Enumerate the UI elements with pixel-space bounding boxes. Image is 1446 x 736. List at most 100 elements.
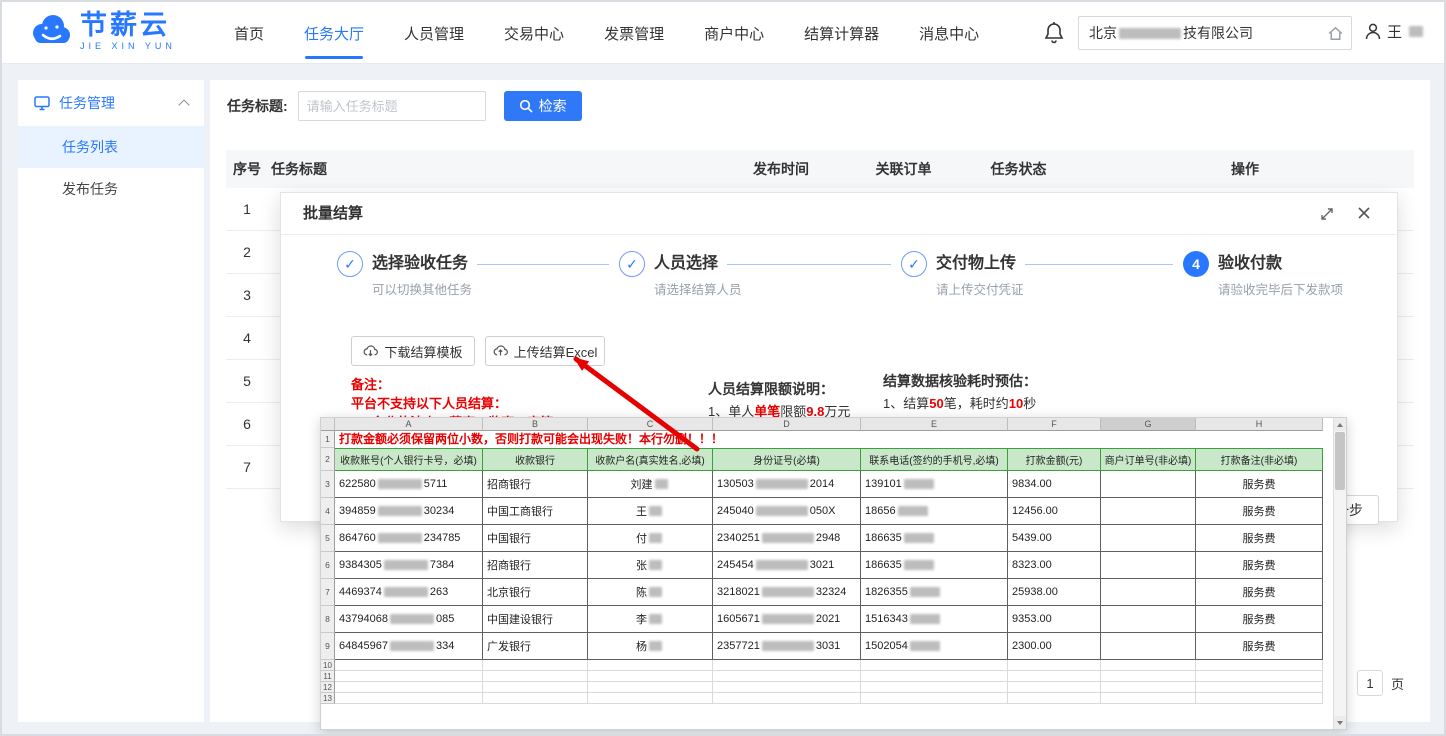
excel-cell-bank[interactable]: 招商银行 bbox=[483, 471, 588, 498]
excel-empty-cell[interactable] bbox=[588, 682, 713, 693]
excel-corner-cell[interactable] bbox=[321, 418, 335, 431]
excel-cell-order[interactable] bbox=[1101, 552, 1196, 579]
excel-empty-cell[interactable] bbox=[1008, 660, 1101, 671]
excel-empty-cell[interactable] bbox=[483, 671, 588, 682]
excel-column-letter-F[interactable]: F bbox=[1008, 418, 1101, 431]
excel-empty-cell[interactable] bbox=[1196, 682, 1323, 693]
excel-empty-cell[interactable] bbox=[1196, 660, 1323, 671]
nav-item-8[interactable]: 消息中心 bbox=[899, 2, 999, 64]
excel-cell-bank[interactable]: 招商银行 bbox=[483, 552, 588, 579]
excel-header-cell[interactable]: 联系电话(签约的手机号,必填) bbox=[861, 448, 1008, 471]
excel-cell-name[interactable]: 王 bbox=[588, 498, 713, 525]
excel-cell-note[interactable]: 服务费 bbox=[1196, 552, 1323, 579]
excel-empty-cell[interactable] bbox=[483, 660, 588, 671]
excel-cell-id[interactable]: 23402512948 bbox=[713, 525, 861, 552]
excel-empty-cell[interactable] bbox=[1196, 671, 1323, 682]
sidebar-item-1[interactable]: 任务列表 bbox=[18, 126, 204, 168]
excel-cell-note[interactable]: 服务费 bbox=[1196, 633, 1323, 660]
excel-column-letter-C[interactable]: C bbox=[588, 418, 713, 431]
excel-cell-amount[interactable]: 5439.00 bbox=[1008, 525, 1101, 552]
excel-cell-phone[interactable]: 18656 bbox=[861, 498, 1008, 525]
excel-cell-phone[interactable]: 186635 bbox=[861, 525, 1008, 552]
excel-cell-amount[interactable]: 9834.00 bbox=[1008, 471, 1101, 498]
excel-cell-amount[interactable]: 2300.00 bbox=[1008, 633, 1101, 660]
excel-cell-order[interactable] bbox=[1101, 606, 1196, 633]
excel-cell-name[interactable]: 李 bbox=[588, 606, 713, 633]
excel-empty-cell[interactable] bbox=[588, 693, 713, 704]
excel-empty-cell[interactable] bbox=[1101, 682, 1196, 693]
excel-empty-cell[interactable] bbox=[1008, 682, 1101, 693]
step-3[interactable]: ✓交付物上传请上传交付凭证 bbox=[901, 251, 1024, 298]
excel-header-cell[interactable]: 收款户名(真实姓名,必填) bbox=[588, 448, 713, 471]
excel-cell-amount[interactable]: 12456.00 bbox=[1008, 498, 1101, 525]
excel-header-cell[interactable]: 收款账号(个人银行卡号，必填) bbox=[335, 448, 483, 471]
excel-cell-order[interactable] bbox=[1101, 579, 1196, 606]
scroll-down-arrow[interactable] bbox=[1334, 716, 1346, 729]
scrollbar-thumb[interactable] bbox=[1335, 432, 1345, 490]
excel-empty-cell[interactable] bbox=[713, 671, 861, 682]
excel-cell-account[interactable]: 6225805711 bbox=[335, 471, 483, 498]
excel-cell-phone[interactable]: 1516343 bbox=[861, 606, 1008, 633]
search-button[interactable]: 检索 bbox=[504, 91, 582, 121]
excel-cell-name[interactable]: 陈 bbox=[588, 579, 713, 606]
excel-column-letter-D[interactable]: D bbox=[713, 418, 861, 431]
excel-empty-cell[interactable] bbox=[713, 693, 861, 704]
excel-cell-note[interactable]: 服务费 bbox=[1196, 606, 1323, 633]
nav-item-2[interactable]: 任务大厅 bbox=[284, 2, 384, 64]
excel-column-letter-A[interactable]: A bbox=[335, 418, 483, 431]
excel-cell-name[interactable]: 刘建 bbox=[588, 471, 713, 498]
excel-empty-cell[interactable] bbox=[483, 693, 588, 704]
excel-cell-amount[interactable]: 25938.00 bbox=[1008, 579, 1101, 606]
excel-column-letter-E[interactable]: E bbox=[861, 418, 1008, 431]
excel-cell-account[interactable]: 43794068085 bbox=[335, 606, 483, 633]
excel-cell-order[interactable] bbox=[1101, 498, 1196, 525]
excel-cell-name[interactable]: 杨 bbox=[588, 633, 713, 660]
excel-empty-cell[interactable] bbox=[483, 682, 588, 693]
excel-cell-bank[interactable]: 中国银行 bbox=[483, 525, 588, 552]
excel-cell-phone[interactable]: 139101 bbox=[861, 471, 1008, 498]
nav-item-3[interactable]: 人员管理 bbox=[384, 2, 484, 64]
excel-header-cell[interactable]: 身份证号(必填) bbox=[713, 448, 861, 471]
page-number-box[interactable]: 1 bbox=[1357, 670, 1383, 696]
excel-header-cell[interactable]: 打款备注(非必填) bbox=[1196, 448, 1323, 471]
nav-item-7[interactable]: 结算计算器 bbox=[784, 2, 899, 64]
excel-empty-cell[interactable] bbox=[1101, 693, 1196, 704]
excel-cell-id[interactable]: 245040050X bbox=[713, 498, 861, 525]
excel-empty-cell[interactable] bbox=[861, 660, 1008, 671]
task-title-input[interactable] bbox=[298, 91, 486, 121]
excel-cell-bank[interactable]: 广发银行 bbox=[483, 633, 588, 660]
excel-empty-cell[interactable] bbox=[588, 671, 713, 682]
excel-empty-cell[interactable] bbox=[1196, 693, 1323, 704]
excel-cell-account[interactable]: 4469374263 bbox=[335, 579, 483, 606]
excel-column-letter-G[interactable]: G bbox=[1101, 418, 1196, 431]
excel-cell-order[interactable] bbox=[1101, 525, 1196, 552]
sidebar-item-2[interactable]: 发布任务 bbox=[18, 168, 204, 210]
nav-item-6[interactable]: 商户中心 bbox=[684, 2, 784, 64]
excel-header-cell[interactable]: 商户订单号(非必填) bbox=[1101, 448, 1196, 471]
excel-cell-id[interactable]: 16056712021 bbox=[713, 606, 861, 633]
excel-empty-cell[interactable] bbox=[335, 682, 483, 693]
excel-cell-id[interactable]: 1305032014 bbox=[713, 471, 861, 498]
excel-empty-cell[interactable] bbox=[713, 682, 861, 693]
step-1[interactable]: ✓选择验收任务可以切换其他任务 bbox=[337, 251, 472, 298]
notification-bell-icon[interactable] bbox=[1044, 21, 1064, 49]
excel-empty-cell[interactable] bbox=[713, 660, 861, 671]
step-2[interactable]: ✓人员选择请选择结算人员 bbox=[619, 251, 742, 298]
excel-cell-name[interactable]: 张 bbox=[588, 552, 713, 579]
excel-scrollbar[interactable] bbox=[1333, 418, 1346, 729]
excel-cell-order[interactable] bbox=[1101, 633, 1196, 660]
excel-cell-id[interactable]: 23577213031 bbox=[713, 633, 861, 660]
excel-cell-phone[interactable]: 1826355 bbox=[861, 579, 1008, 606]
nav-item-4[interactable]: 交易中心 bbox=[484, 2, 584, 64]
excel-cell-phone[interactable]: 186635 bbox=[861, 552, 1008, 579]
excel-column-letter-H[interactable]: H bbox=[1196, 418, 1323, 431]
excel-empty-cell[interactable] bbox=[861, 671, 1008, 682]
excel-cell-id[interactable]: 321802132324 bbox=[713, 579, 861, 606]
excel-empty-cell[interactable] bbox=[861, 693, 1008, 704]
excel-cell-note[interactable]: 服务费 bbox=[1196, 525, 1323, 552]
excel-cell-note[interactable]: 服务费 bbox=[1196, 579, 1323, 606]
excel-cell-order[interactable] bbox=[1101, 471, 1196, 498]
excel-cell-account[interactable]: 864760234785 bbox=[335, 525, 483, 552]
excel-header-cell[interactable]: 打款金额(元) bbox=[1008, 448, 1101, 471]
excel-cell-account[interactable]: 93843057384 bbox=[335, 552, 483, 579]
